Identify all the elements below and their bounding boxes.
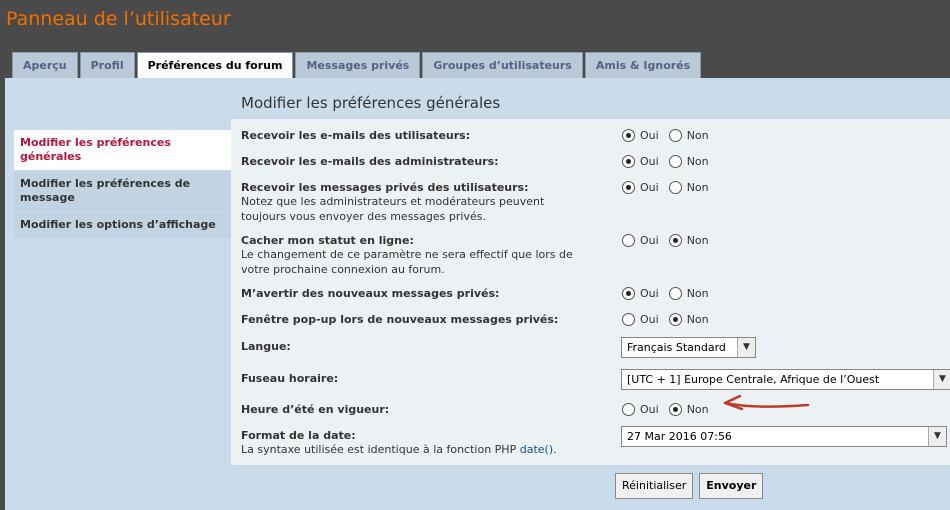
settings-form: Recevoir les e-mails des utilisateurs: O… <box>231 119 950 465</box>
popup-pm-label: Fenêtre pop-up lors de nouveaux messages… <box>241 313 559 326</box>
row-popup-pm: Fenêtre pop-up lors de nouveaux messages… <box>241 313 941 326</box>
no-label: Non <box>686 403 709 416</box>
row-notify-pm: M’avertir des nouveaux messages privés: … <box>241 287 941 300</box>
php-date-link[interactable]: date() <box>520 443 553 456</box>
form-buttons: Réinitialiser Envoyer <box>615 473 769 499</box>
hide-status-label: Cacher mon statut en ligne: <box>241 234 414 247</box>
yes-label: Oui <box>640 313 659 326</box>
user-emails-label: Recevoir les e-mails des utilisateurs: <box>241 129 471 142</box>
menu-item-display[interactable]: Modifier les options d’affichage <box>14 212 234 238</box>
dst-yes-radio[interactable] <box>622 403 635 416</box>
side-menu: Modifier les préférences générales Modif… <box>14 130 234 239</box>
reset-button[interactable]: Réinitialiser <box>615 473 694 499</box>
no-label: Non <box>686 129 709 142</box>
tab-profil[interactable]: Profil <box>79 52 135 78</box>
timezone-select[interactable]: [UTC + 1] Europe Centrale, Afrique de l’… <box>621 369 950 390</box>
yes-label: Oui <box>640 181 659 194</box>
yes-label: Oui <box>640 403 659 416</box>
tab-friends-foes[interactable]: Amis & Ignorés <box>584 52 702 78</box>
date-format-value: 27 Mar 2016 07:56 <box>627 430 732 443</box>
date-format-select[interactable]: 27 Mar 2016 07:56 ▼ <box>621 426 947 447</box>
chevron-down-icon: ▼ <box>737 338 755 357</box>
tab-forum-preferences[interactable]: Préférences du forum <box>136 52 294 79</box>
menu-item-message[interactable]: Modifier les préférences de message <box>14 171 234 211</box>
notify-pm-label: M’avertir des nouveaux messages privés: <box>241 287 500 300</box>
no-label: Non <box>686 287 709 300</box>
chevron-down-icon: ▼ <box>933 370 950 389</box>
admin-emails-label: Recevoir les e-mails des administrateurs… <box>241 155 499 168</box>
user-emails-yes-radio[interactable] <box>622 129 635 142</box>
no-label: Non <box>686 155 709 168</box>
language-value: Français Standard <box>627 341 726 354</box>
dst-no-radio[interactable] <box>668 403 682 416</box>
row-dst: Heure d’été en vigueur: Oui Non <box>241 403 941 416</box>
hide-status-explain: Le changement de ce paramètre ne sera ef… <box>241 248 573 276</box>
row-date-format: Format de la date: La syntaxe utilisée e… <box>241 426 947 457</box>
row-admin-emails: Recevoir les e-mails des administrateurs… <box>241 155 941 168</box>
row-user-emails: Recevoir les e-mails des utilisateurs: O… <box>241 129 941 142</box>
section-title: Modifier les préférences générales <box>241 94 501 112</box>
row-timezone: Fuseau horaire: [UTC + 1] Europe Central… <box>241 369 950 390</box>
row-hide-status: Cacher mon statut en ligne: Le changemen… <box>241 234 941 277</box>
notify-pm-no-radio[interactable] <box>668 287 682 300</box>
dst-label: Heure d’été en vigueur: <box>241 403 390 416</box>
date-format-explain-text: La syntaxe utilisée est identique à la f… <box>241 443 520 456</box>
admin-emails-yes-radio[interactable] <box>622 155 635 168</box>
notify-pm-yes-radio[interactable] <box>622 287 635 300</box>
yes-label: Oui <box>640 129 659 142</box>
timezone-value: [UTC + 1] Europe Centrale, Afrique de l’… <box>627 373 880 386</box>
language-label: Langue: <box>241 340 291 353</box>
menu-item-general[interactable]: Modifier les préférences générales <box>14 130 234 170</box>
yes-label: Oui <box>640 155 659 168</box>
popup-pm-yes-radio[interactable] <box>622 313 635 326</box>
no-label: Non <box>686 181 709 194</box>
hide-status-no-radio[interactable] <box>668 234 682 247</box>
submit-button[interactable]: Envoyer <box>699 473 764 499</box>
language-select[interactable]: Français Standard ▼ <box>621 337 756 358</box>
no-label: Non <box>686 234 709 247</box>
row-language: Langue: Français Standard ▼ <box>241 337 941 358</box>
pm-users-label: Recevoir les messages privés des utilisa… <box>241 181 529 194</box>
user-emails-no-radio[interactable] <box>668 129 682 142</box>
pm-users-explain: Notez que les administrateurs et modérat… <box>241 195 545 223</box>
hide-status-yes-radio[interactable] <box>622 234 635 247</box>
page-title: Panneau de l’utilisateur <box>6 8 231 30</box>
tab-apercu[interactable]: Aperçu <box>12 52 78 78</box>
popup-pm-no-radio[interactable] <box>668 313 682 326</box>
tab-private-messages[interactable]: Messages privés <box>295 52 421 78</box>
tab-user-groups[interactable]: Groupes d’utilisateurs <box>422 52 583 78</box>
yes-label: Oui <box>640 234 659 247</box>
date-format-explain-suffix: . <box>553 443 557 456</box>
no-label: Non <box>686 313 709 326</box>
admin-emails-no-radio[interactable] <box>668 155 682 168</box>
tab-bar: Aperçu Profil Préférences du forum Messa… <box>12 52 703 79</box>
annotation-arrow-icon <box>723 394 810 411</box>
pm-users-no-radio[interactable] <box>668 181 682 194</box>
pm-users-yes-radio[interactable] <box>622 181 635 194</box>
date-format-explain: La syntaxe utilisée est identique à la f… <box>241 442 611 457</box>
row-pm-users: Recevoir les messages privés des utilisa… <box>241 181 941 224</box>
yes-label: Oui <box>640 287 659 300</box>
chevron-down-icon: ▼ <box>928 427 946 446</box>
main-panel: Modifier les préférences générales Modif… <box>5 78 950 510</box>
